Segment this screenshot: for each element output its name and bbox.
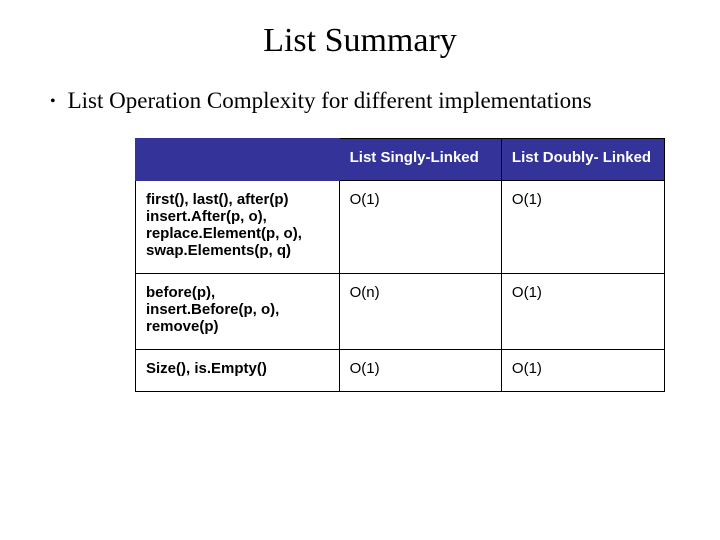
ops-line: Size(), is.Empty() (146, 360, 329, 377)
slide: List Summary • List Operation Complexity… (0, 0, 720, 540)
page-title: List Summary (40, 22, 680, 60)
table-row: Size(), is.Empty() O(1) O(1) (136, 350, 665, 392)
bullet-text: List Operation Complexity for different … (68, 88, 592, 114)
singly-cell: O(1) (339, 350, 501, 392)
ops-cell: Size(), is.Empty() (136, 350, 340, 392)
ops-line: first(), last(), after(p) (146, 191, 329, 208)
header-empty (136, 139, 340, 181)
bullet-dot-icon: • (50, 88, 56, 116)
ops-line: insert.After(p, o), (146, 208, 329, 225)
table-row: first(), last(), after(p) insert.After(p… (136, 181, 665, 274)
doubly-cell: O(1) (501, 274, 664, 350)
header-doubly: List Doubly- Linked (501, 139, 664, 181)
ops-line: replace.Element(p, o), (146, 225, 329, 242)
table-header-row: List Singly-Linked List Doubly- Linked (136, 139, 665, 181)
ops-line: swap.Elements(p, q) (146, 242, 329, 259)
ops-line: remove(p) (146, 318, 329, 335)
ops-cell: before(p), insert.Before(p, o), remove(p… (136, 274, 340, 350)
singly-cell: O(n) (339, 274, 501, 350)
ops-line: before(p), (146, 284, 329, 301)
ops-line: insert.Before(p, o), (146, 301, 329, 318)
header-singly: List Singly-Linked (339, 139, 501, 181)
table-row: before(p), insert.Before(p, o), remove(p… (136, 274, 665, 350)
doubly-cell: O(1) (501, 181, 664, 274)
doubly-cell: O(1) (501, 350, 664, 392)
ops-cell: first(), last(), after(p) insert.After(p… (136, 181, 340, 274)
bullet-item: • List Operation Complexity for differen… (50, 88, 680, 116)
table-body: first(), last(), after(p) insert.After(p… (136, 181, 665, 392)
complexity-table: List Singly-Linked List Doubly- Linked f… (135, 138, 665, 392)
singly-cell: O(1) (339, 181, 501, 274)
